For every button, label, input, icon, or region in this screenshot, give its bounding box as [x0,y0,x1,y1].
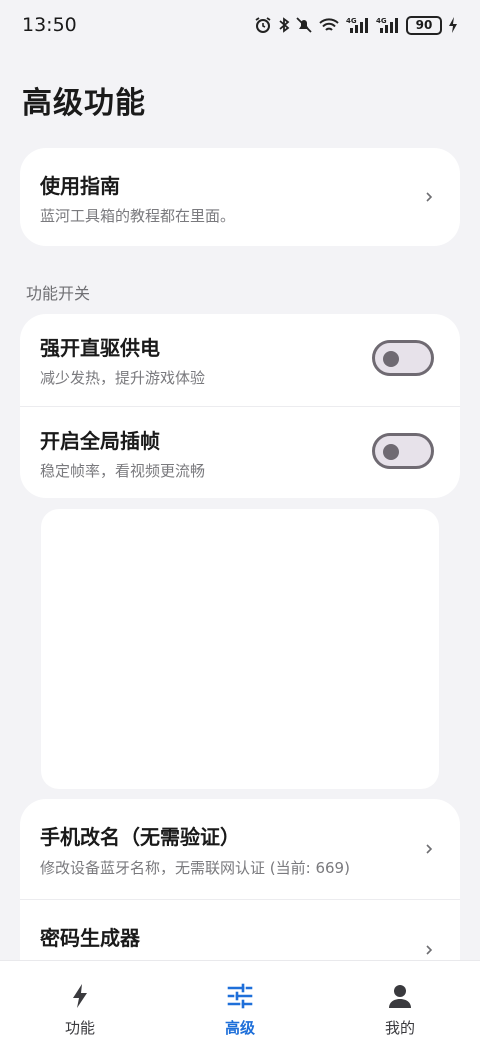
status-bar: 13:50 4G 4G 90 [0,0,480,50]
switch-knob [383,444,399,460]
svg-text:4G: 4G [376,17,387,25]
toggle-row-direct-power[interactable]: 强开直驱供电 减少发热，提升游戏体验 [20,314,460,406]
toggles-card: 强开直驱供电 减少发热，提升游戏体验 开启全局插帧 稳定帧率，看视频更流畅 [20,314,460,498]
chevron-right-icon [426,192,433,202]
tool-row-rename[interactable]: 手机改名（无需验证） 修改设备蓝牙名称，无需联网认证 (当前: 669) [20,799,460,899]
tool-subtitle: 修改设备蓝牙名称，无需联网认证 (当前: 669) [40,859,350,877]
guide-subtitle: 蓝河工具箱的教程都在里面。 [40,207,236,225]
toggle-subtitle: 减少发热，提升游戏体验 [40,369,206,387]
chevron-right-icon [426,844,433,854]
toggle-title: 开启全局插帧 [40,429,160,453]
tool-title: 密码生成器 [40,926,140,950]
person-icon [389,985,411,1008]
chevron-right-icon [426,945,433,955]
sliders-icon [227,983,253,1009]
blank-panel [41,509,439,789]
nav-label: 我的 [384,1019,415,1037]
bluetooth-icon [279,17,290,33]
guide-row[interactable]: 使用指南 蓝河工具箱的教程都在里面。 [20,148,460,246]
bottom-nav: 功能 高级 我的 [0,960,480,1058]
alarm-icon [255,17,271,33]
nav-label: 高级 [224,1019,255,1037]
status-time: 13:50 [22,14,77,36]
signal-4g-icon: 4G [346,17,368,33]
switch-knob [383,351,399,367]
direct-power-switch[interactable] [372,340,434,376]
frame-interpolation-switch[interactable] [372,433,434,469]
guide-card[interactable]: 使用指南 蓝河工具箱的教程都在里面。 [20,148,460,246]
screen: 13:50 4G 4G 90 高级功能 使用指南 蓝河工具箱的教程都在里面。 功… [0,0,480,1058]
mute-bell-icon [296,17,312,33]
nav-label: 功能 [64,1019,95,1037]
toggle-row-frame-interpolation[interactable]: 开启全局插帧 稳定帧率，看视频更流畅 [20,407,460,498]
signal-4g-icon-2: 4G [376,17,398,33]
bolt-icon [73,984,87,1008]
nav-item-advanced[interactable]: 高级 [160,961,320,1058]
guide-title: 使用指南 [40,174,120,198]
battery-indicator: 90 [406,15,442,35]
nav-item-features[interactable]: 功能 [0,961,160,1058]
wifi-icon [319,18,339,31]
toggle-subtitle: 稳定帧率，看视频更流畅 [40,462,206,480]
page-title: 高级功能 [22,86,146,121]
nav-item-profile[interactable]: 我的 [320,961,480,1058]
charging-icon [449,17,457,33]
tool-title: 手机改名（无需验证） [40,825,240,849]
toggle-title: 强开直驱供电 [40,336,160,360]
section-label: 功能开关 [26,284,91,303]
status-icons: 4G 4G 90 [254,15,458,35]
svg-text:4G: 4G [346,17,357,25]
